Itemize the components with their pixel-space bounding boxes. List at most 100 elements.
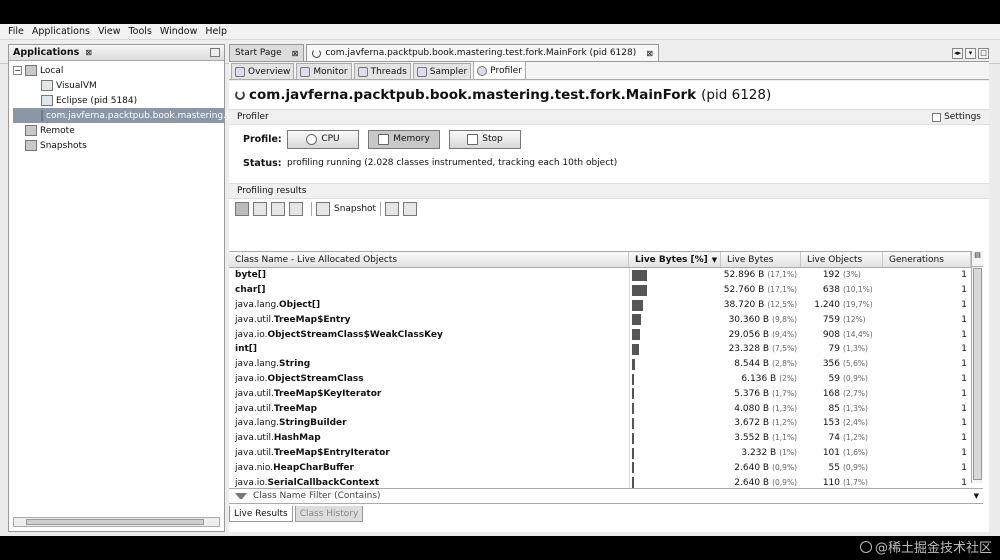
live-bytes-pct-cell xyxy=(629,282,721,298)
class-name-cell: java.nio.HeapCharBuffer xyxy=(229,463,629,473)
class-name-cell: byte[] xyxy=(229,270,629,280)
cpu-button[interactable]: CPU xyxy=(287,129,359,149)
table-row[interactable]: byte[] 52.896 B (17,1%) 192 (3%) 1 xyxy=(229,268,971,283)
columns-selector-icon[interactable]: ▤ xyxy=(972,251,983,267)
tree-node-snapshots[interactable]: Snapshots xyxy=(13,138,224,153)
objects-value: 153 xyxy=(822,418,840,429)
tree-node-local[interactable]: − Local xyxy=(13,63,224,78)
minimize-icon[interactable] xyxy=(210,48,220,57)
objects-percent: (2,4%) xyxy=(843,418,868,428)
column-live-bytes-pct[interactable]: Live Bytes [%] ▼ xyxy=(629,252,721,267)
dropdown-icon[interactable]: ▼ xyxy=(974,492,979,500)
tree-node-remote[interactable]: Remote xyxy=(13,123,224,138)
table-row[interactable]: java.util.HashMap 3.552 B (1,1%) 74 (1,2%) 1 xyxy=(229,430,971,446)
tab-list-icon[interactable]: ▾ xyxy=(965,48,976,59)
memory-icon xyxy=(378,133,390,145)
generations-cell: 1 xyxy=(961,477,967,488)
class-package: java.lang. xyxy=(235,299,280,310)
menu-applications[interactable]: Applications xyxy=(32,26,90,37)
live-bytes-cell: 5.376 B (1,7%) xyxy=(721,389,801,399)
class-name-filter[interactable]: Class Name Filter (Contains) ▼ xyxy=(229,488,983,504)
table-row[interactable]: java.util.TreeMap$Entry 30.360 B (9,8%) 759… xyxy=(229,312,971,328)
settings-checkbox[interactable] xyxy=(932,112,942,122)
tree-node-label: Eclipse (pid 5184) xyxy=(56,95,138,106)
tab-threads[interactable]: Threads xyxy=(353,63,411,79)
generations-cell: 1 xyxy=(961,388,967,399)
filter-icon xyxy=(235,493,247,499)
table-row[interactable]: java.io.ObjectStreamClass$WeakClassKey 29… xyxy=(229,327,971,342)
results-table: Class Name - Live Allocated Objects Live… xyxy=(229,251,971,490)
menu-view[interactable]: View xyxy=(98,26,121,37)
table-row[interactable]: int[] 23.328 B (7,5%) 79 (1,3%) 1 xyxy=(229,341,971,357)
horizontal-scrollbar[interactable] xyxy=(13,517,220,527)
bytes-percent: (0,9%) xyxy=(772,477,797,487)
heap-dump-icon[interactable] xyxy=(385,202,400,216)
chart-icon[interactable] xyxy=(403,202,418,216)
tab-monitor[interactable]: Monitor xyxy=(296,63,352,79)
watermark-logo-icon xyxy=(859,541,872,553)
delete-icon[interactable] xyxy=(271,202,285,216)
generations-cell: 1 xyxy=(961,314,967,325)
table-row[interactable]: java.util.TreeMap 4.080 B (1,3%) 85 (1,3%) 1 xyxy=(229,401,971,416)
tab-class-history[interactable]: Class History xyxy=(294,506,364,522)
tab-sampler[interactable]: Sampler xyxy=(412,63,472,79)
scroll-tabs-icon[interactable]: ◂▸ xyxy=(952,48,963,59)
live-bytes-cell: 30.360 B (9,8%) xyxy=(721,315,801,325)
tree-node-visualvm[interactable]: VisualVM xyxy=(13,78,224,93)
stop-button[interactable]: Stop xyxy=(449,129,521,149)
table-row[interactable]: java.io.ObjectStreamClass 6.136 B (2%) 59 (0… xyxy=(229,371,971,387)
tab-mainfork[interactable]: com.javferna.packtpub.book.mastering.tes… xyxy=(306,44,659,61)
generations-cell: 1 xyxy=(961,418,967,429)
column-live-objects[interactable]: Live Objects xyxy=(801,252,883,267)
scrollbar-thumb[interactable] xyxy=(973,268,982,480)
memory-button[interactable]: Memory xyxy=(368,129,440,149)
profiler-icon xyxy=(477,65,488,76)
settings-toggle[interactable]: Settings xyxy=(932,112,981,122)
close-icon[interactable]: ⊠ xyxy=(85,48,92,57)
vertical-scrollbar[interactable]: ▤ xyxy=(971,251,983,483)
menu-help[interactable]: Help xyxy=(205,26,227,37)
tree-node-mainfork[interactable]: com.javferna.packtpub.book.mastering.te xyxy=(13,108,235,123)
applications-panel-title: Applications xyxy=(13,47,80,58)
profile-controls: Profile: CPU Memory Stop xyxy=(229,125,989,153)
table-row[interactable]: java.lang.Object[] 38.720 B (12,5%) 1.240 (1… xyxy=(229,297,971,313)
close-icon[interactable]: ⊠ xyxy=(646,49,653,58)
class-name: byte[] xyxy=(235,270,266,281)
bytes-value: 4.080 B xyxy=(734,403,770,414)
column-live-bytes[interactable]: Live Bytes xyxy=(721,252,801,267)
snapshot-button[interactable]: Snapshot xyxy=(334,204,376,214)
live-objects-cell: 638 (10,1%) xyxy=(801,285,883,295)
snapshot-icon[interactable] xyxy=(316,202,330,216)
menu-bar: File Applications View Tools Window Help xyxy=(0,24,1000,40)
table-row[interactable]: java.nio.HeapCharBuffer 2.640 B (0,9%) 55 (0… xyxy=(229,460,971,476)
objects-percent: (1,3%) xyxy=(843,403,868,413)
export-icon[interactable] xyxy=(289,202,303,216)
tree-node-eclipse[interactable]: Eclipse (pid 5184) xyxy=(13,93,224,108)
menu-file[interactable]: File xyxy=(8,26,24,37)
collapse-icon[interactable]: − xyxy=(13,66,22,75)
percent-bar xyxy=(632,314,641,326)
table-row[interactable]: java.lang.String 8.544 B (2,8%) 356 (5,6%) 1 xyxy=(229,356,971,372)
close-icon[interactable]: ⊠ xyxy=(292,49,299,58)
tab-profiler[interactable]: Profiler xyxy=(473,61,526,79)
tab-overview[interactable]: Overview xyxy=(231,63,295,79)
table-row[interactable]: java.lang.StringBuilder 3.672 B (1,2%) 153(… xyxy=(229,415,971,431)
table-row[interactable]: char[] 52.760 B (17,1%) 638 (10,1%) 1 xyxy=(229,282,971,298)
live-bytes-pct-cell xyxy=(629,430,721,446)
table-row[interactable]: java.util.TreeMap$EntryIterator 3.232 B (1… xyxy=(229,445,971,461)
table-row[interactable]: java.util.TreeMap$KeyIterator 5.376 B (1,7… xyxy=(229,386,971,402)
auto-refresh-icon[interactable] xyxy=(235,202,249,216)
live-bytes-pct-cell xyxy=(629,371,721,387)
maximize-icon[interactable]: □ xyxy=(978,48,989,59)
scrollbar-thumb[interactable] xyxy=(26,519,204,525)
class-name-cell: char[] xyxy=(229,285,629,295)
refresh-icon[interactable] xyxy=(253,202,267,216)
tab-start-page[interactable]: Start Page ⊠ xyxy=(229,44,305,61)
menu-window[interactable]: Window xyxy=(160,26,197,37)
tab-live-results[interactable]: Live Results xyxy=(229,506,293,522)
column-class-name[interactable]: Class Name - Live Allocated Objects xyxy=(229,252,629,267)
menu-tools[interactable]: Tools xyxy=(128,26,151,37)
percent-bar xyxy=(632,299,644,311)
column-generations[interactable]: Generations xyxy=(883,252,971,267)
objects-value: 908 xyxy=(822,329,840,340)
